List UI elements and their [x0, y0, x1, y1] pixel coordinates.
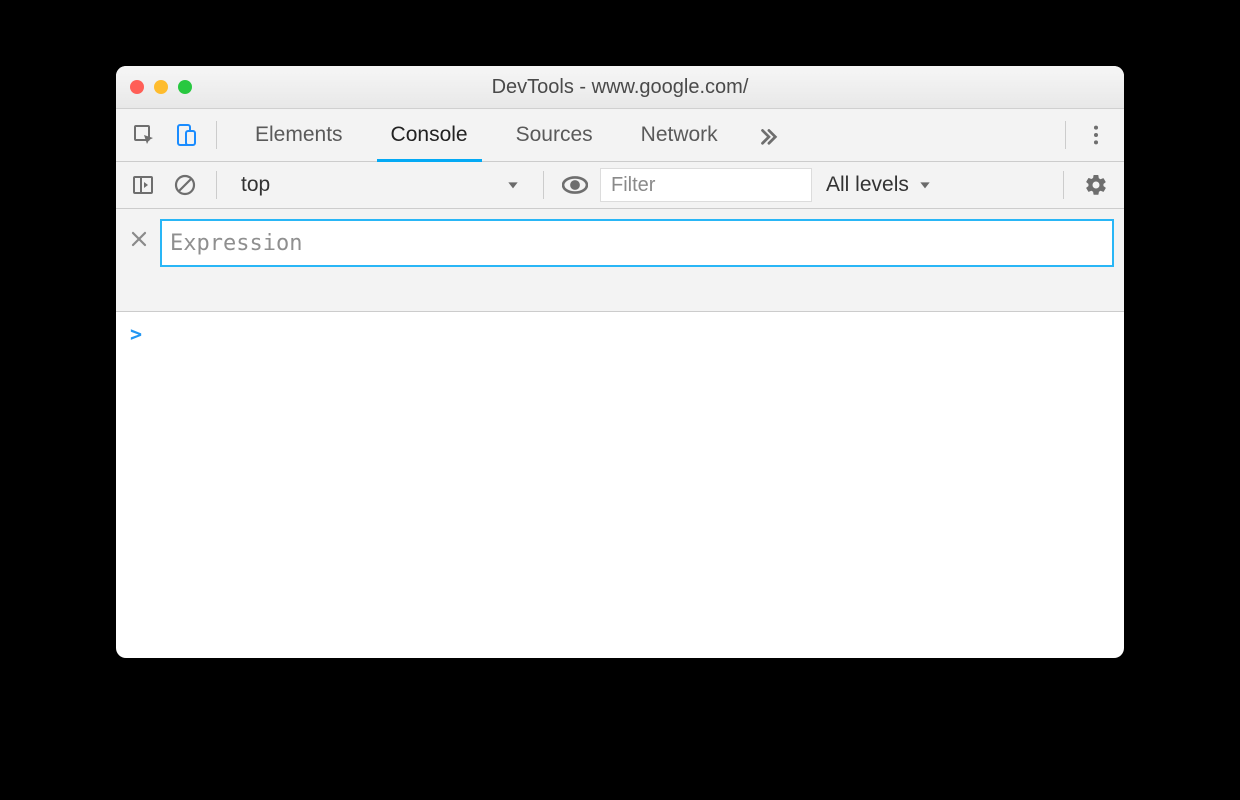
tab-label: Elements [255, 123, 343, 147]
tab-network[interactable]: Network [623, 109, 736, 161]
console-prompt-icon: > [130, 322, 142, 346]
levels-label: All levels [826, 173, 909, 197]
console-toolbar: top All levels [116, 162, 1124, 209]
tab-label: Network [641, 123, 718, 147]
tab-elements[interactable]: Elements [237, 109, 361, 161]
settings-menu-icon[interactable] [1078, 124, 1114, 146]
window-minimize-button[interactable] [154, 80, 168, 94]
chevron-down-icon [917, 177, 933, 193]
divider [1063, 171, 1064, 199]
devtools-window: DevTools - www.google.com/ Elements [116, 66, 1124, 658]
panel-tabs: Elements Console Sources Network [237, 109, 736, 161]
filter-input[interactable] [600, 168, 812, 202]
console-body[interactable]: > [116, 312, 1124, 356]
traffic-lights [116, 80, 192, 94]
window-maximize-button[interactable] [178, 80, 192, 94]
title-bar: DevTools - www.google.com/ [116, 66, 1124, 109]
live-expression-icon[interactable] [558, 168, 592, 202]
tab-label: Sources [516, 123, 593, 147]
clear-console-icon[interactable] [168, 168, 202, 202]
divider [1065, 121, 1066, 149]
inspect-element-icon[interactable] [126, 117, 162, 153]
tab-sources[interactable]: Sources [498, 109, 611, 161]
show-console-sidebar-icon[interactable] [126, 168, 160, 202]
log-levels-selector[interactable]: All levels [820, 173, 939, 197]
console-settings-icon[interactable] [1078, 173, 1114, 197]
chevron-down-icon [505, 177, 521, 193]
device-toolbar-icon[interactable] [168, 117, 204, 153]
more-tabs-icon[interactable] [748, 124, 788, 146]
divider [543, 171, 544, 199]
window-close-button[interactable] [130, 80, 144, 94]
main-toolbar: Elements Console Sources Network [116, 109, 1124, 162]
tab-label: Console [391, 123, 468, 147]
divider [216, 171, 217, 199]
tab-console[interactable]: Console [373, 109, 486, 161]
live-expression-row [116, 209, 1124, 312]
execution-context-selector[interactable]: top [231, 168, 529, 202]
divider [216, 121, 217, 149]
live-expression-input[interactable] [160, 219, 1114, 267]
context-label: top [241, 173, 270, 197]
close-icon[interactable] [126, 219, 152, 259]
window-title: DevTools - www.google.com/ [116, 76, 1124, 99]
